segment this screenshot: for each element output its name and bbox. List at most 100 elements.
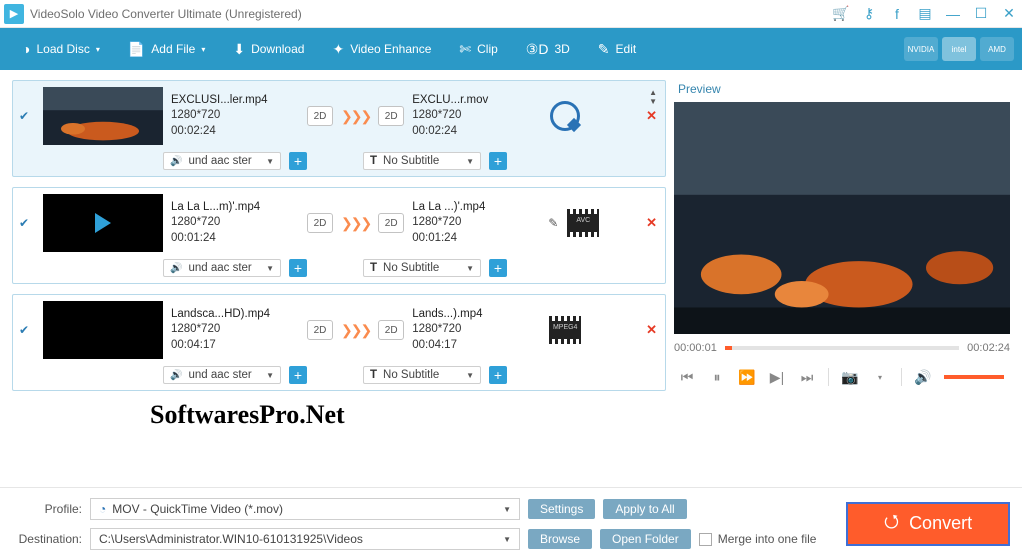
- add-subtitle-button[interactable]: +: [489, 259, 507, 277]
- checkbox-icon[interactable]: [699, 533, 712, 546]
- film-icon: AVC: [567, 209, 599, 237]
- facebook-icon[interactable]: f: [888, 6, 906, 22]
- subtitle-select[interactable]: TNo Subtitle▼: [363, 259, 481, 277]
- target-resolution: 1280*720: [412, 215, 540, 231]
- video-thumbnail[interactable]: [43, 194, 163, 252]
- target-2d-badge[interactable]: 2D: [378, 320, 404, 340]
- volume-slider[interactable]: [944, 375, 1004, 379]
- prev-button[interactable]: ⏮: [674, 364, 700, 390]
- audio-track-select[interactable]: 🔊und aac ster▼: [163, 259, 281, 277]
- target-duration: 00:01:24: [412, 231, 540, 247]
- convert-icon: ⭯: [884, 509, 899, 539]
- preview-pane: Preview 00:00:01 00:02:24 ⏮ ⏸ ⏩ ▶| ⏭: [672, 70, 1022, 487]
- target-2d-badge[interactable]: 2D: [378, 213, 404, 233]
- download-button[interactable]: ⬇Download: [219, 28, 318, 70]
- speaker-icon: 🔊: [170, 156, 182, 167]
- file-item[interactable]: ✔EXCLUSI...ler.mp41280*72000:02:242D❯❯❯2…: [12, 80, 666, 177]
- window-title: VideoSolo Video Converter Ultimate (Unre…: [30, 7, 832, 21]
- preview-time-total: 00:02:24: [967, 342, 1010, 354]
- source-2d-badge[interactable]: 2D: [307, 320, 333, 340]
- subtitle-select[interactable]: TNo Subtitle▼: [363, 152, 481, 170]
- format-badge[interactable]: MPEG4: [548, 314, 582, 346]
- wand-icon: ✦: [332, 41, 344, 58]
- preview-title: Preview: [674, 80, 1010, 102]
- apply-all-button[interactable]: Apply to All: [603, 499, 686, 519]
- arrow-icon: ❯❯❯: [341, 215, 370, 232]
- merge-checkbox[interactable]: Merge into one file: [699, 532, 817, 546]
- add-audio-button[interactable]: +: [289, 259, 307, 277]
- item-checkbox[interactable]: ✔: [19, 323, 35, 337]
- rename-icon[interactable]: ✎: [548, 216, 558, 230]
- quicktime-icon: [550, 101, 580, 131]
- format-badge[interactable]: AVC: [566, 207, 600, 239]
- app-logo: ▶: [4, 4, 24, 24]
- open-folder-button[interactable]: Open Folder: [600, 529, 691, 549]
- audio-track-select[interactable]: 🔊und aac ster▼: [163, 152, 281, 170]
- file-item[interactable]: ✔Landsca...HD).mp41280*72000:04:172D❯❯❯2…: [12, 294, 666, 391]
- next-button[interactable]: ⏭: [794, 364, 820, 390]
- fastfwd-button[interactable]: ⏩: [734, 364, 760, 390]
- convert-button[interactable]: ⭯ Convert: [846, 502, 1010, 546]
- source-2d-badge[interactable]: 2D: [307, 213, 333, 233]
- remove-item-button[interactable]: ✕: [646, 322, 657, 338]
- close-icon[interactable]: ✕: [1000, 5, 1018, 22]
- browse-button[interactable]: Browse: [528, 529, 592, 549]
- minimize-icon[interactable]: —: [944, 6, 962, 22]
- key-icon[interactable]: ⚷: [860, 5, 878, 22]
- video-thumbnail[interactable]: [43, 87, 163, 145]
- clip-button[interactable]: ✄Clip: [445, 28, 511, 70]
- main-toolbar: ◑Load Disc▾ 📄Add File▾ ⬇Download ✦Video …: [0, 28, 1022, 70]
- preview-screen[interactable]: [674, 102, 1010, 334]
- load-disc-button[interactable]: ◑Load Disc▾: [8, 28, 114, 70]
- edit-button[interactable]: ✎Edit: [584, 28, 650, 70]
- cart-icon[interactable]: 🛒: [832, 5, 850, 22]
- profile-select[interactable]: ◔ MOV - QuickTime Video (*.mov)▼: [90, 498, 520, 520]
- disc-icon: ◑: [22, 41, 30, 57]
- add-subtitle-button[interactable]: +: [489, 366, 507, 384]
- remove-item-button[interactable]: ✕: [646, 215, 657, 231]
- volume-icon[interactable]: 🔊: [910, 364, 936, 390]
- audio-track-select[interactable]: 🔊und aac ster▼: [163, 366, 281, 384]
- target-duration: 00:04:17: [412, 338, 540, 354]
- target-filename: La La ...)'.mp4: [412, 200, 540, 216]
- preview-time-current: 00:00:01: [674, 342, 717, 354]
- gpu-badge-amd: AMD: [980, 37, 1014, 61]
- add-subtitle-button[interactable]: +: [489, 152, 507, 170]
- item-checkbox[interactable]: ✔: [19, 109, 35, 123]
- speaker-icon: 🔊: [170, 263, 182, 274]
- move-down-button[interactable]: ▼: [649, 98, 657, 106]
- maximize-icon[interactable]: ☐: [972, 5, 990, 22]
- film-icon: MPEG4: [549, 316, 581, 344]
- snapshot-button[interactable]: 📷: [837, 364, 863, 390]
- stepfwd-button[interactable]: ▶|: [764, 364, 790, 390]
- settings-button[interactable]: Settings: [528, 499, 595, 519]
- subtitle-select[interactable]: TNo Subtitle▼: [363, 366, 481, 384]
- format-badge[interactable]: [548, 100, 582, 132]
- add-audio-button[interactable]: +: [289, 152, 307, 170]
- source-resolution: 1280*720: [171, 215, 299, 231]
- 3d-button[interactable]: ③D3D: [512, 28, 584, 70]
- target-2d-badge[interactable]: 2D: [378, 106, 404, 126]
- menu-icon[interactable]: ▤: [916, 5, 934, 22]
- snapshot-menu-button[interactable]: ▾: [867, 364, 893, 390]
- video-thumbnail[interactable]: [43, 301, 163, 359]
- 3d-icon: ③D: [526, 41, 549, 58]
- file-item[interactable]: ✔La La L...m)'.mp41280*72000:01:242D❯❯❯2…: [12, 187, 666, 284]
- watermark-text: SoftwaresPro.Net: [150, 400, 345, 430]
- gpu-badge-nvidia: NVIDIA: [904, 37, 938, 61]
- add-audio-button[interactable]: +: [289, 366, 307, 384]
- speaker-icon: 🔊: [170, 370, 182, 381]
- source-resolution: 1280*720: [171, 108, 299, 124]
- source-2d-badge[interactable]: 2D: [307, 106, 333, 126]
- destination-select[interactable]: C:\Users\Administrator.WIN10-610131925\V…: [90, 528, 520, 550]
- target-resolution: 1280*720: [412, 322, 540, 338]
- video-enhance-button[interactable]: ✦Video Enhance: [318, 28, 445, 70]
- arrow-icon: ❯❯❯: [341, 108, 370, 125]
- add-file-button[interactable]: 📄Add File▾: [114, 28, 219, 70]
- remove-item-button[interactable]: ✕: [646, 108, 657, 124]
- gpu-badge-intel: intel: [942, 37, 976, 61]
- preview-seek-track[interactable]: [725, 346, 959, 350]
- move-up-button[interactable]: ▲: [649, 89, 657, 97]
- pause-button[interactable]: ⏸: [704, 364, 730, 390]
- item-checkbox[interactable]: ✔: [19, 216, 35, 230]
